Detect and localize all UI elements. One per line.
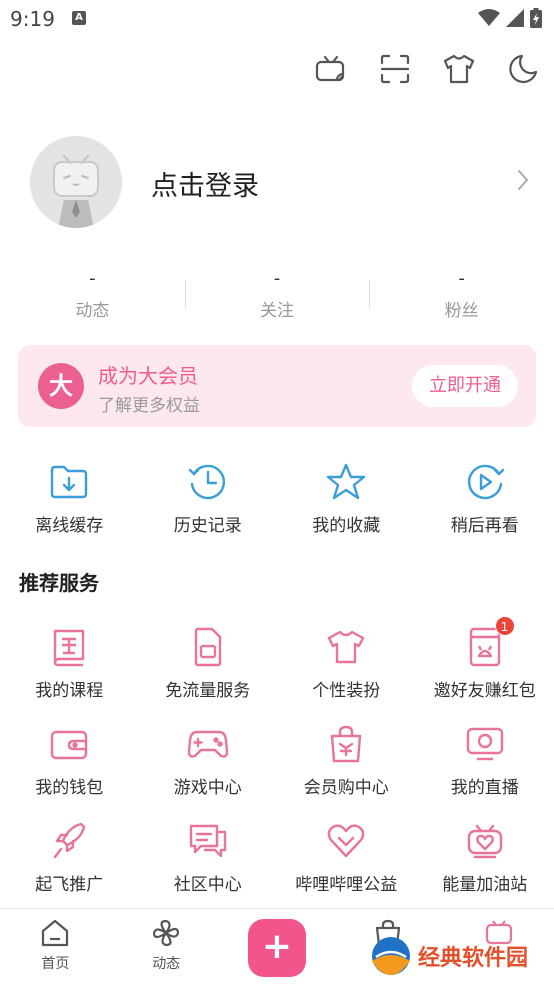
vip-title: 成为大会员: [98, 364, 198, 388]
service-free-data[interactable]: 免流量服务: [139, 622, 278, 719]
service-promotion[interactable]: 起飞推广: [0, 816, 139, 913]
tv-cast-button[interactable]: [314, 52, 348, 86]
quick-label: 离线缓存: [35, 516, 104, 536]
service-label: 会员购中心: [303, 778, 389, 798]
publish-plus-button[interactable]: +: [248, 919, 306, 977]
login-row[interactable]: 点击登录: [30, 136, 540, 228]
night-mode-icon: [509, 54, 538, 84]
chevron-right-icon: [518, 170, 529, 190]
wifi-icon: [478, 9, 500, 26]
offline-cache-icon: [51, 465, 88, 499]
battery-icon: [530, 8, 542, 28]
login-label[interactable]: 点击登录: [151, 164, 259, 203]
service-my-live[interactable]: 我的直播: [416, 719, 554, 816]
nav-label: 首页: [41, 956, 70, 972]
scan-icon: [380, 54, 410, 84]
watermark: 经典软件园: [370, 932, 550, 980]
live-tv-icon: [466, 727, 503, 761]
vip-subtitle: 了解更多权益: [98, 396, 200, 416]
shopping-bag-icon: [331, 725, 362, 763]
watch-later-icon: [467, 464, 504, 500]
vip-badge-icon: 大: [38, 363, 84, 409]
service-vip-shop[interactable]: 会员购中心: [277, 719, 416, 816]
services-grid: 我的课程 免流量服务 个性装扮 1 邀好友赚红包 我的钱包 游戏中心 会员购中心…: [0, 616, 554, 913]
sim-card-icon: [194, 627, 221, 667]
top-toolbar: [314, 52, 540, 86]
stats-row: - 动态 - 关注 - 粉丝: [0, 268, 554, 328]
tv-cast-icon: [315, 55, 345, 82]
vip-open-button[interactable]: 立即开通: [412, 365, 518, 407]
wallet-icon: [51, 730, 88, 760]
service-label: 社区中心: [173, 875, 242, 895]
status-time: 9:19: [10, 7, 55, 31]
status-icons: [478, 8, 542, 28]
heart-icon: [327, 824, 365, 858]
service-label: 邀好友赚红包: [433, 681, 536, 701]
watermark-logo-icon: [372, 937, 410, 975]
service-label: 免流量服务: [165, 681, 251, 701]
divider: [185, 280, 186, 308]
energy-station-icon: [467, 824, 502, 859]
service-community[interactable]: 社区中心: [139, 816, 278, 913]
nav-home[interactable]: 首页: [0, 909, 111, 984]
service-invite-friends[interactable]: 1 邀好友赚红包: [416, 616, 554, 719]
pinwheel-icon: [153, 919, 180, 947]
service-charity[interactable]: 哔哩哔哩公益: [277, 816, 416, 913]
rocket-icon: [54, 822, 86, 859]
avatar[interactable]: [30, 136, 122, 228]
watermark-text: 经典软件园: [418, 946, 529, 971]
service-energy-station[interactable]: 能量加油站: [416, 816, 554, 913]
stat-fans[interactable]: - 粉丝: [369, 268, 554, 328]
service-wallet[interactable]: 我的钱包: [0, 719, 139, 816]
service-label: 我的钱包: [35, 778, 104, 798]
stat-label: 粉丝: [444, 301, 479, 321]
service-my-course[interactable]: 我的课程: [0, 622, 139, 719]
service-label: 游戏中心: [173, 778, 242, 798]
service-label: 起飞推广: [35, 875, 104, 895]
night-mode-button[interactable]: [506, 52, 540, 86]
status-bar: 9:19 A: [0, 0, 554, 38]
chat-icon: [189, 824, 226, 858]
history-icon: [188, 464, 225, 500]
quick-label: 稍后再看: [450, 516, 519, 536]
quick-watch-later[interactable]: 稍后再看: [416, 458, 554, 536]
service-game-center[interactable]: 游戏中心: [139, 719, 278, 816]
notification-icon: A: [72, 11, 86, 25]
stat-label: 关注: [260, 301, 294, 321]
scan-button[interactable]: [378, 52, 412, 86]
quick-offline-cache[interactable]: 离线缓存: [0, 458, 139, 536]
service-label: 我的课程: [35, 681, 104, 701]
quick-label: 历史记录: [173, 516, 242, 536]
service-label: 能量加油站: [442, 875, 528, 895]
divider: [369, 280, 370, 308]
signal-icon: [506, 9, 524, 27]
stat-following[interactable]: - 关注: [185, 268, 370, 328]
theme-dress-button[interactable]: [442, 52, 476, 86]
services-title: 推荐服务: [19, 571, 99, 595]
stat-value: -: [273, 268, 281, 289]
vip-banner[interactable]: 大 成为大会员 了解更多权益 立即开通: [18, 345, 536, 427]
home-icon: [42, 919, 69, 947]
nav-label: 动态: [152, 956, 181, 972]
nav-dynamics[interactable]: 动态: [111, 909, 222, 984]
quick-label: 我的收藏: [312, 516, 381, 536]
star-icon: [327, 463, 366, 500]
service-label: 哔哩哔哩公益: [295, 875, 398, 895]
stat-value: -: [89, 268, 96, 289]
tshirt-icon: [328, 630, 365, 664]
stat-label: 动态: [75, 301, 110, 321]
notification-badge: 1: [494, 616, 515, 636]
service-label: 个性装扮: [312, 681, 381, 701]
stat-value: -: [458, 268, 465, 289]
service-theme[interactable]: 个性装扮: [277, 622, 416, 719]
course-icon: [54, 629, 85, 667]
quick-favorites[interactable]: 我的收藏: [277, 458, 416, 536]
gamepad-icon: [187, 730, 228, 758]
quick-history[interactable]: 历史记录: [139, 458, 278, 536]
service-label: 我的直播: [450, 778, 519, 798]
default-avatar-icon: [53, 154, 99, 228]
stat-dynamics[interactable]: - 动态: [0, 268, 185, 328]
quick-actions: 离线缓存 历史记录 我的收藏 稍后再看: [0, 458, 554, 536]
tshirt-icon: [443, 54, 475, 84]
